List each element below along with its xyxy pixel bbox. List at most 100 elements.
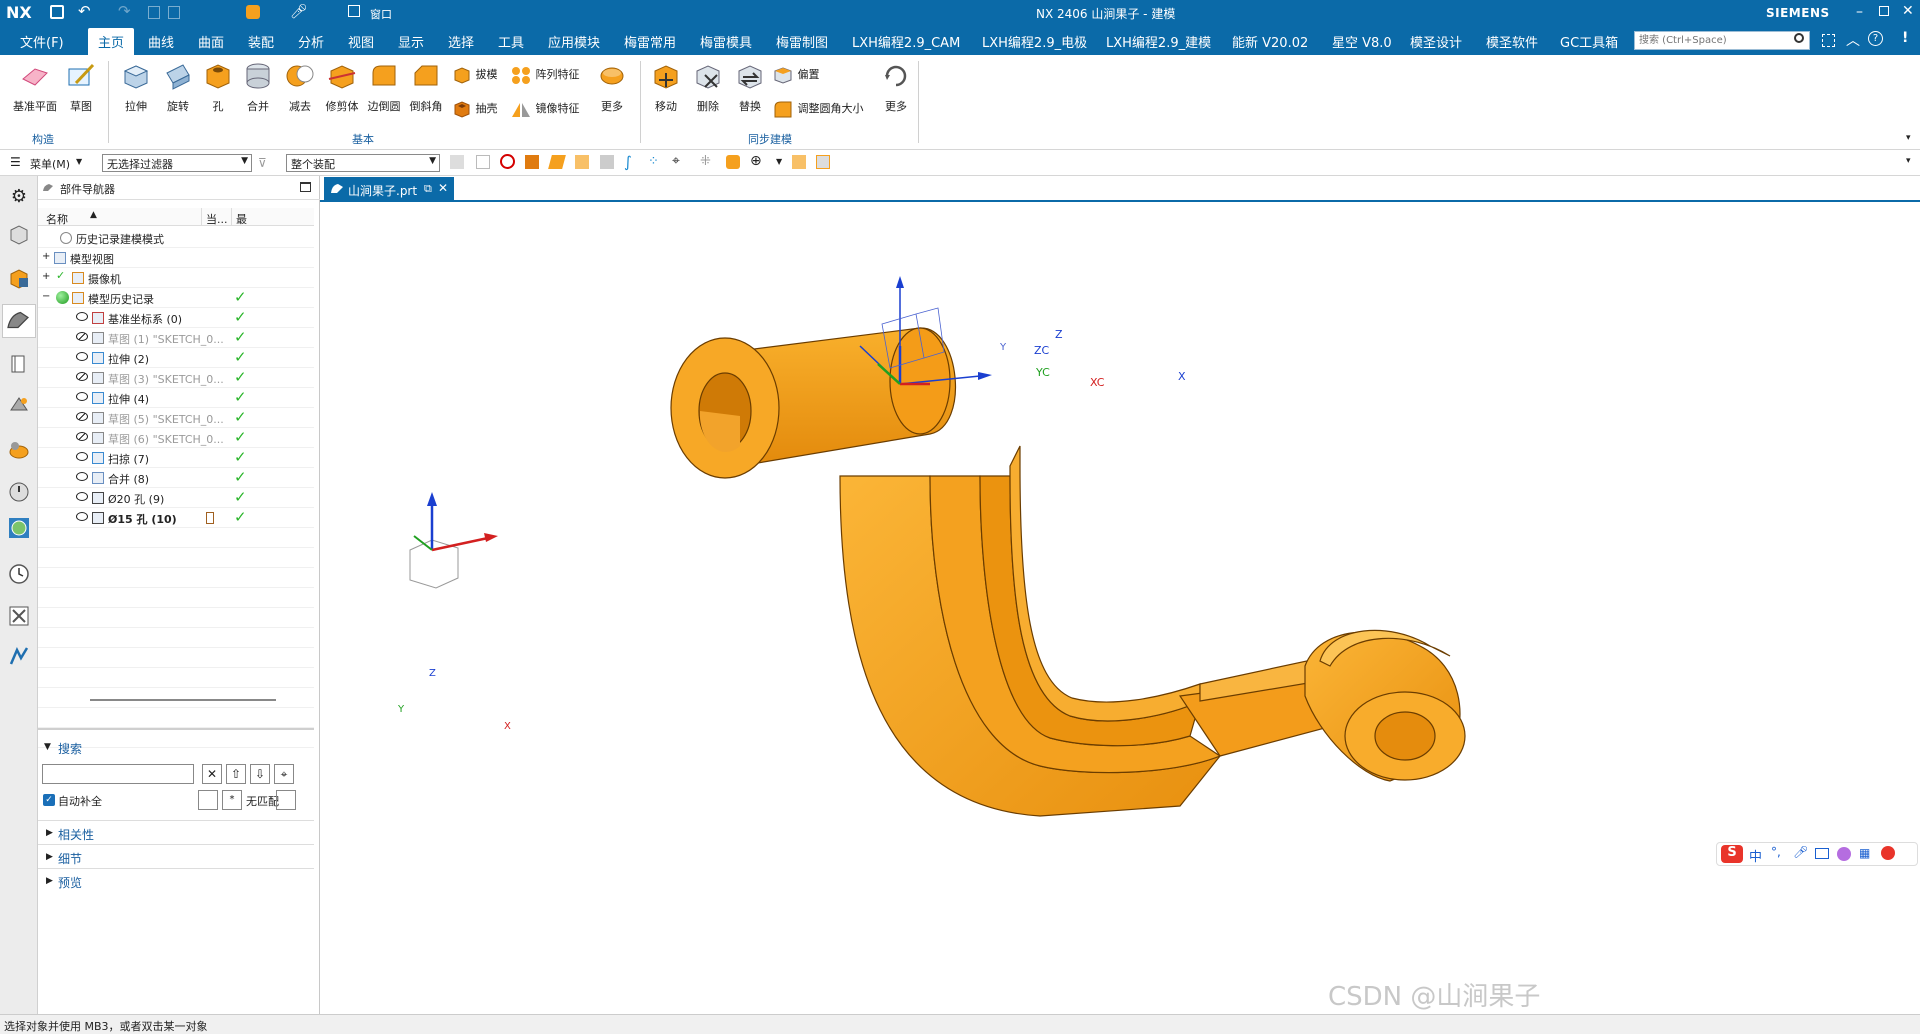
- reuse-library-icon[interactable]: [7, 352, 31, 376]
- close-icon[interactable]: ✕: [1902, 3, 1914, 19]
- point-icon[interactable]: ⁘: [648, 154, 659, 169]
- navigator-search-input[interactable]: [42, 764, 194, 784]
- search-icon[interactable]: [1794, 33, 1804, 43]
- maximize-panel-icon[interactable]: [300, 182, 311, 192]
- save-icon[interactable]: [50, 5, 64, 19]
- tab-mosheng-software[interactable]: 模圣软件: [1486, 32, 1538, 51]
- collapse-ribbon-icon[interactable]: ︿: [1846, 30, 1860, 50]
- roles-icon[interactable]: [7, 644, 31, 668]
- curve-icon[interactable]: ∫: [624, 153, 632, 171]
- paste-icon[interactable]: [168, 6, 180, 19]
- subtract-button[interactable]: 减去: [280, 61, 320, 114]
- undo-icon[interactable]: ↶: [78, 2, 91, 20]
- toolbar-options-chevron-icon[interactable]: ▾: [1906, 156, 1911, 166]
- snap-icon[interactable]: ⁜: [700, 154, 711, 169]
- basic-more-button[interactable]: 更多: [594, 61, 630, 114]
- tab-meilei-mold[interactable]: 梅雷模具: [700, 32, 752, 51]
- move-face-button[interactable]: 移动: [646, 61, 686, 114]
- document-tab[interactable]: 山涧果子.prt ⧉ ✕: [324, 177, 454, 201]
- tab-xingkong[interactable]: 星空 V8.0: [1332, 32, 1392, 51]
- column-current[interactable]: 当...: [206, 211, 228, 227]
- clock-icon[interactable]: [7, 562, 31, 586]
- restore-icon[interactable]: [1879, 6, 1889, 16]
- tab-mosheng-design[interactable]: 模圣设计: [1410, 32, 1462, 51]
- previous-match-icon[interactable]: ⇧: [226, 764, 246, 784]
- delete-face-button[interactable]: 删除: [688, 61, 728, 114]
- assembly-navigator-icon[interactable]: [7, 222, 31, 246]
- window-menu[interactable]: 窗口: [370, 6, 392, 22]
- ime-avatar-icon[interactable]: [1881, 846, 1895, 860]
- collapse-icon[interactable]: ▼: [44, 742, 51, 752]
- tab-analysis[interactable]: 分析: [298, 32, 324, 51]
- tab-tools[interactable]: 工具: [498, 32, 524, 51]
- model-viewport[interactable]: [320, 176, 1920, 1014]
- extrude-button[interactable]: 拉伸: [116, 61, 156, 114]
- tab-curve[interactable]: 曲线: [148, 32, 174, 51]
- preview-section-header[interactable]: 预览: [58, 874, 82, 891]
- pattern-feature-button[interactable]: 阵列特征: [510, 65, 590, 85]
- snap-point-icon[interactable]: [726, 155, 740, 169]
- tab-lxh-cam[interactable]: LXH编程2.9_CAM: [852, 32, 960, 51]
- offset-face-button[interactable]: 偏置: [772, 65, 862, 85]
- copy-icon[interactable]: [148, 6, 160, 19]
- ime-keyboard-icon[interactable]: [1815, 848, 1829, 859]
- globe-icon[interactable]: [7, 516, 31, 540]
- draft-button[interactable]: 拔模: [452, 65, 508, 85]
- web-browser-icon[interactable]: [7, 438, 31, 462]
- minimize-icon[interactable]: –: [1856, 4, 1863, 20]
- snap-face-icon[interactable]: [792, 155, 806, 169]
- filter-star-icon[interactable]: *: [222, 790, 242, 810]
- part-model[interactable]: [670, 327, 1466, 817]
- edge-blend-button[interactable]: 边倒圆: [364, 61, 404, 114]
- expand-icon[interactable]: ▶: [46, 852, 53, 862]
- window-switch-icon[interactable]: [348, 5, 360, 17]
- solid-body-icon[interactable]: [525, 155, 539, 169]
- highlight-match-icon[interactable]: [276, 790, 296, 810]
- tab-meilei-common[interactable]: 梅雷常用: [624, 32, 676, 51]
- file-menu[interactable]: 文件(F): [20, 32, 64, 51]
- expand-icon[interactable]: ▶: [46, 876, 53, 886]
- revolve-button[interactable]: 旋转: [158, 61, 198, 114]
- column-name[interactable]: 名称: [46, 211, 68, 227]
- mirror-feature-button[interactable]: 镜像特征: [510, 99, 590, 119]
- graphics-window[interactable]: Z X Y ZC YC XC Z X Y S 中 °, 🎤︎ ▦ CSDN @山…: [320, 176, 1920, 1014]
- constraint-navigator-icon[interactable]: [7, 266, 31, 290]
- chevron-down-icon[interactable]: ▼: [776, 157, 782, 166]
- select-cursor-icon[interactable]: ⌖: [672, 153, 680, 169]
- tab-view[interactable]: 视图: [348, 32, 374, 51]
- chevron-down-icon[interactable]: ▼: [76, 157, 82, 166]
- select-feature-icon[interactable]: [450, 155, 464, 169]
- redo-icon[interactable]: ↷: [118, 2, 131, 20]
- datum-plane-button[interactable]: 基准平面: [8, 61, 62, 114]
- ime-toolbar[interactable]: S 中 °, 🎤︎ ▦: [1716, 842, 1918, 866]
- menu-button[interactable]: 菜单(M): [30, 156, 70, 172]
- ime-toolbox-icon[interactable]: ▦: [1859, 846, 1870, 860]
- history-icon[interactable]: [7, 480, 31, 504]
- search-options-icon[interactable]: [198, 790, 218, 810]
- alert-icon[interactable]: !: [1902, 30, 1908, 46]
- view-triad[interactable]: [409, 492, 498, 589]
- fullscreen-icon[interactable]: [1822, 34, 1835, 47]
- tab-lxh-electrode[interactable]: LXH编程2.9_电极: [982, 32, 1087, 51]
- undock-icon[interactable]: ⧉: [424, 182, 432, 196]
- shell-button[interactable]: 抽壳: [452, 99, 508, 119]
- sogou-logo-icon[interactable]: S: [1721, 845, 1743, 863]
- command-search-input[interactable]: [1634, 31, 1810, 50]
- selection-scope-select[interactable]: 整个装配 ▼: [286, 154, 440, 172]
- tab-home[interactable]: 主页: [88, 28, 135, 55]
- model-icon[interactable]: [246, 5, 260, 19]
- tab-applications[interactable]: 应用模块: [548, 32, 600, 51]
- face-icon[interactable]: [548, 155, 566, 169]
- tab-nengxin[interactable]: 能新 V20.02: [1232, 32, 1308, 51]
- deselect-all-icon[interactable]: [500, 154, 515, 169]
- resize-blend-button[interactable]: 调整圆角大小: [772, 99, 872, 119]
- autocomplete-checkbox[interactable]: ✓: [43, 794, 55, 806]
- ribbon-options-chevron-icon[interactable]: ▾: [1906, 133, 1911, 143]
- part-navigator-icon[interactable]: [2, 304, 36, 338]
- column-latest[interactable]: 最: [236, 211, 247, 227]
- close-tab-icon[interactable]: ✕: [438, 181, 448, 195]
- sketch-button[interactable]: 草图: [64, 61, 98, 114]
- ime-chinese-mode-icon[interactable]: 中: [1749, 846, 1762, 865]
- microphone-icon[interactable]: 🎤︎: [290, 4, 308, 20]
- tab-select[interactable]: 选择: [448, 32, 474, 51]
